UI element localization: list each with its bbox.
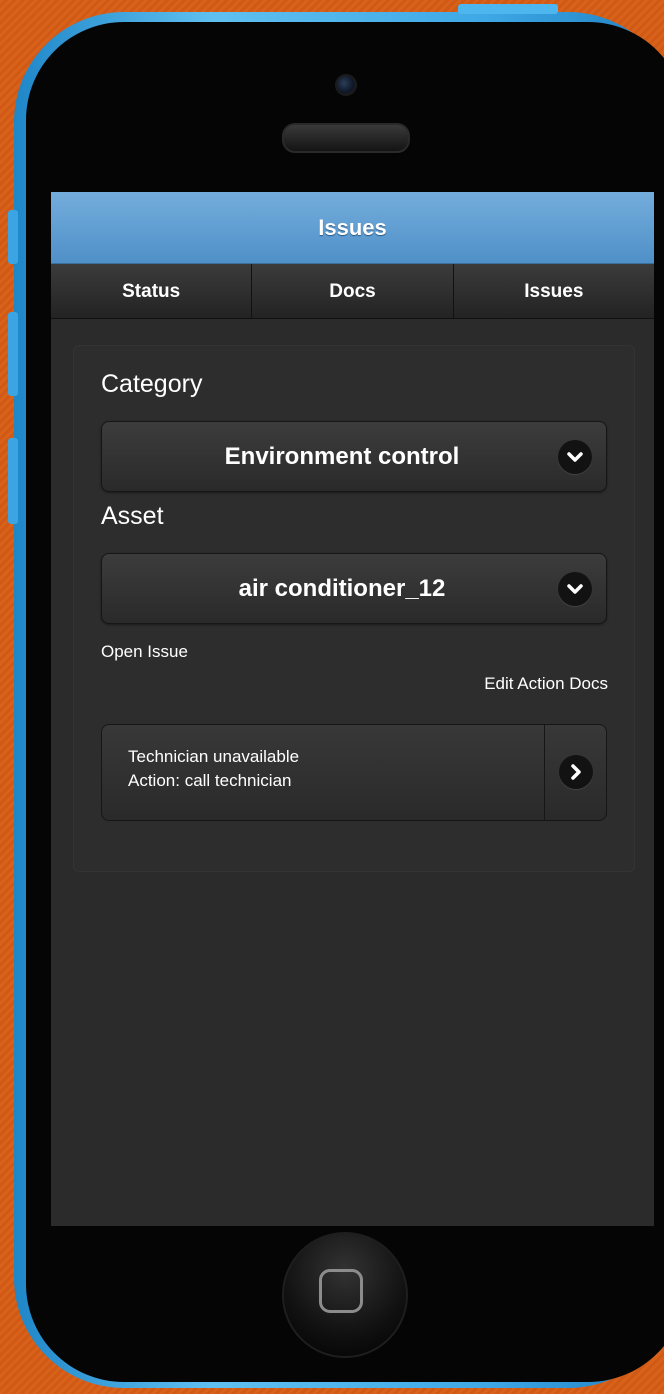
- chevron-down-icon: [558, 572, 592, 606]
- issue-title: Technician unavailable: [128, 747, 300, 766]
- asset-label: Asset: [101, 502, 164, 530]
- home-square-icon: [319, 1269, 363, 1313]
- list-item[interactable]: Technician unavailable Action: call tech…: [101, 724, 607, 821]
- chevron-right-icon: [559, 755, 593, 789]
- tab-bar: Status Docs Issues: [51, 264, 654, 319]
- category-select[interactable]: Environment control: [101, 421, 607, 492]
- camera-icon: [335, 74, 357, 96]
- asset-select[interactable]: air conditioner_12: [101, 553, 607, 624]
- chevron-down-icon: [558, 440, 592, 474]
- issue-action: Action: call technician: [128, 771, 292, 790]
- volume-up-button: [8, 312, 18, 396]
- speaker-grille: [282, 123, 410, 153]
- app-screen: Issues Status Docs Issues Category Envir…: [51, 192, 654, 1226]
- volume-down-button: [8, 438, 18, 524]
- open-issue-label: Open Issue: [101, 642, 188, 661]
- tab-docs[interactable]: Docs: [252, 264, 454, 319]
- issue-form: Category Environment control Asset air c…: [73, 345, 635, 872]
- mute-switch: [8, 210, 18, 264]
- power-button: [458, 4, 558, 14]
- tab-status[interactable]: Status: [51, 264, 253, 319]
- category-label: Category: [101, 370, 203, 398]
- asset-value: air conditioner_12: [238, 575, 446, 602]
- tab-issues[interactable]: Issues: [453, 264, 654, 319]
- list-item-arrow-button[interactable]: [544, 725, 606, 820]
- edit-action-docs-link[interactable]: Edit Action Docs: [484, 674, 608, 694]
- page-title: Issues: [51, 192, 654, 264]
- category-value: Environment control: [224, 443, 460, 470]
